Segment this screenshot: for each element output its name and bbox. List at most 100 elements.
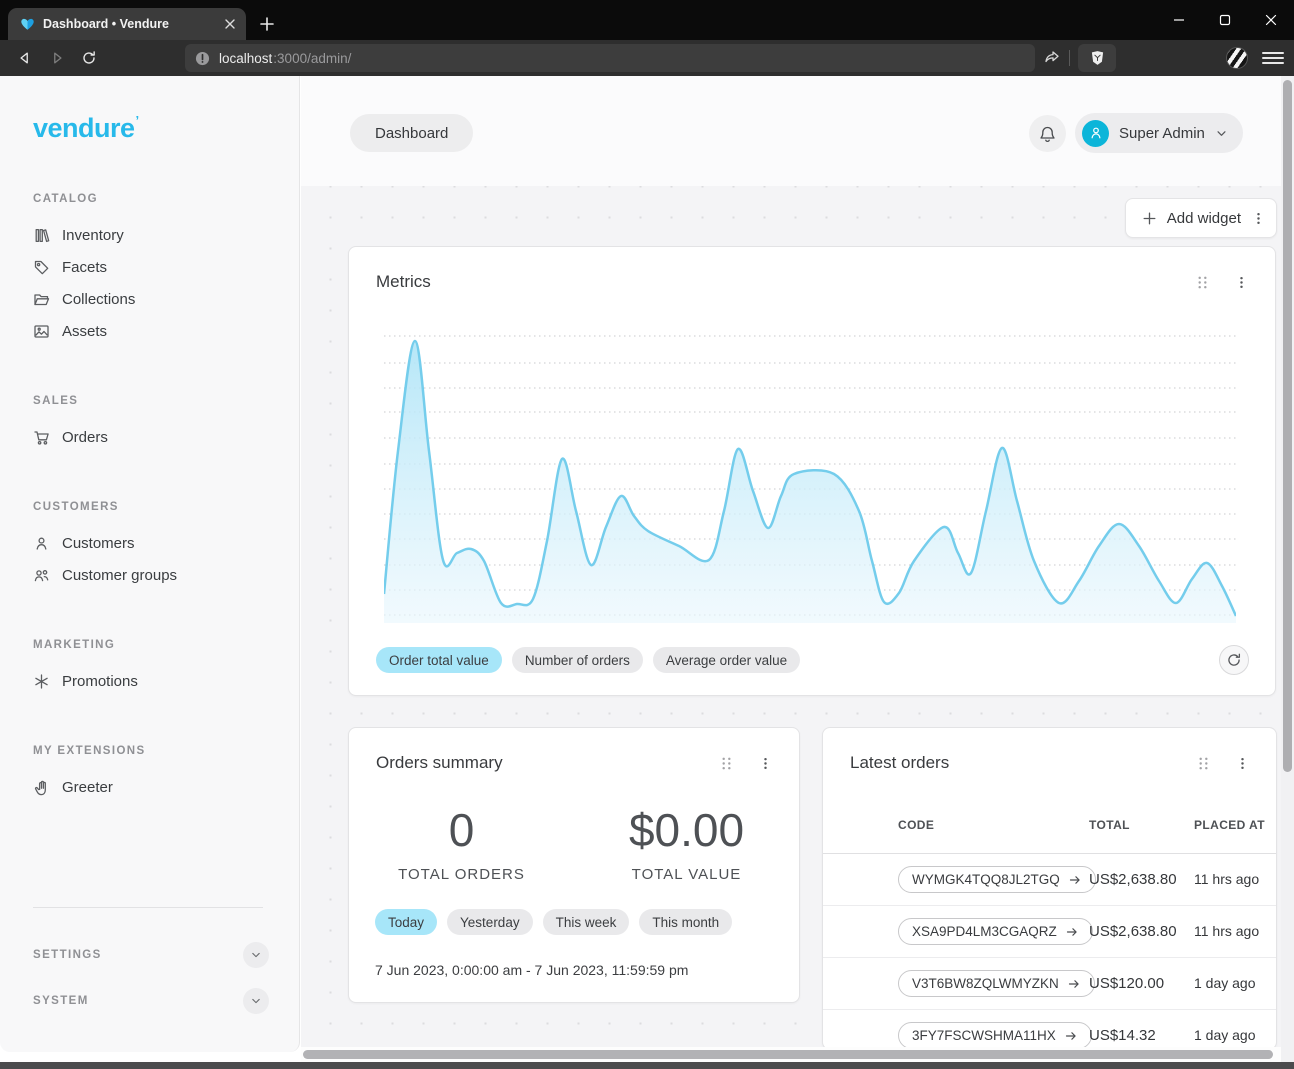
metrics-tabs: Order total value Number of orders Average… (376, 647, 1275, 673)
toolbar-divider (1069, 50, 1070, 66)
window-close-button[interactable] (1248, 0, 1294, 40)
user-menu[interactable]: Super Admin (1075, 113, 1243, 153)
browser-tab[interactable]: Dashboard • Vendure (8, 8, 246, 40)
sidebar-item-customers[interactable]: Customers (33, 527, 299, 559)
order-total: US$2,638.80 (1089, 923, 1194, 940)
sidebar: vendure’ CATALOGInventoryFacetsCollectio… (0, 76, 300, 1052)
order-code-link[interactable]: V3T6BW8ZQLWMYZKN (898, 970, 1095, 997)
range-chip-this-week[interactable]: This week (543, 909, 630, 935)
reload-button[interactable] (78, 47, 100, 69)
window-minimize-button[interactable] (1156, 0, 1202, 40)
new-tab-button[interactable] (253, 10, 281, 38)
drag-handle-icon[interactable] (1195, 274, 1210, 291)
expand-button[interactable] (243, 942, 269, 968)
drag-handle-icon[interactable] (1196, 755, 1211, 772)
sidebar-item-label: Facets (62, 259, 107, 276)
section-label: CUSTOMERS (33, 501, 299, 513)
sidebar-item-customer-groups[interactable]: Customer groups (33, 559, 299, 591)
vendure-logo-icon (20, 17, 35, 32)
vertical-scrollbar-thumb[interactable] (1283, 80, 1292, 772)
stat-value: 0 (349, 804, 574, 856)
sidebar-section-catalog: CATALOGInventoryFacetsCollectionsAssets (0, 193, 299, 347)
widget-menu-icon[interactable] (1235, 755, 1250, 772)
sidebar-group-system[interactable]: SYSTEM (33, 978, 269, 1024)
sidebar-item-promotions[interactable]: Promotions (33, 665, 299, 697)
latest-orders-widget: Latest orders CODETOTALPLACED AT WYMGK4T… (822, 727, 1277, 1047)
browser-menu-icon[interactable] (1262, 47, 1284, 69)
sidebar-section-sales: SALES Orders (0, 395, 299, 453)
sidebar-section-marketing: MARKETINGPromotions (0, 639, 299, 697)
range-chip-this-month[interactable]: This month (639, 909, 732, 935)
sidebar-item-greeter[interactable]: Greeter (33, 771, 299, 803)
sidebar-item-label: Inventory (62, 227, 124, 244)
order-code-link[interactable]: 3FY7FSCWSHMA11HX (898, 1022, 1092, 1047)
add-widget-button[interactable]: Add widget (1125, 198, 1277, 238)
order-code-link[interactable]: XSA9PD4LM3CGAQRZ (898, 918, 1093, 945)
books-icon (33, 227, 50, 244)
table-row: WYMGK4TQQ8JL2TGQ US$2,638.80 11 hrs ago (823, 854, 1276, 906)
column-header-code: CODE (898, 818, 1089, 832)
metric-tab-order-total-value[interactable]: Order total value (376, 647, 502, 673)
address-bar[interactable]: localhost:3000/admin/ (185, 44, 1035, 72)
order-total: US$120.00 (1089, 975, 1194, 992)
browser-titlebar: Dashboard • Vendure (0, 0, 1294, 40)
add-widget-menu-icon[interactable] (1251, 211, 1266, 226)
metrics-area-chart (384, 331, 1236, 623)
table-header: CODETOTALPLACED AT (823, 818, 1276, 854)
sidebar-item-label: Orders (62, 429, 108, 446)
range-chip-today[interactable]: Today (375, 909, 437, 935)
refresh-button[interactable] (1219, 645, 1249, 675)
range-chip-yesterday[interactable]: Yesterday (447, 909, 533, 935)
site-info-icon[interactable] (195, 51, 210, 66)
section-label: SALES (33, 395, 299, 407)
horizontal-scrollbar-thumb[interactable] (303, 1050, 1273, 1059)
tab-close-icon[interactable] (220, 14, 240, 34)
metric-tab-number-of-orders[interactable]: Number of orders (512, 647, 643, 673)
widget-menu-icon[interactable] (1234, 274, 1249, 291)
window-maximize-button[interactable] (1202, 0, 1248, 40)
vertical-scrollbar[interactable] (1281, 76, 1294, 1062)
sidebar-item-orders[interactable]: Orders (33, 421, 299, 453)
orders-summary-stats: 0 TOTAL ORDERS $0.00 TOTAL VALUE (349, 804, 799, 883)
table-row: V3T6BW8ZQLWMYZKN US$120.00 1 day ago (823, 958, 1276, 1010)
refresh-icon (1226, 652, 1242, 668)
tag-icon (33, 259, 50, 276)
drag-handle-icon[interactable] (719, 755, 734, 772)
sidebar-item-label: Customer groups (62, 567, 177, 584)
widget-menu-icon[interactable] (758, 755, 773, 772)
order-code-link[interactable]: WYMGK4TQQ8JL2TGQ (898, 866, 1096, 893)
horizontal-scrollbar[interactable] (301, 1047, 1281, 1062)
stat-total-orders: 0 TOTAL ORDERS (349, 804, 574, 883)
browser-profile-avatar[interactable] (1226, 47, 1248, 69)
order-placed-at: 11 hrs ago (1194, 871, 1276, 888)
browser-toolbar: localhost:3000/admin/ (0, 40, 1294, 76)
sidebar-item-assets[interactable]: Assets (33, 315, 299, 347)
order-placed-at: 1 day ago (1194, 1027, 1276, 1044)
share-icon[interactable] (1043, 47, 1061, 70)
orders-summary-widget: Orders summary 0 TOTAL ORDERS $0.00 TOTA… (348, 727, 800, 1003)
sidebar-item-facets[interactable]: Facets (33, 251, 299, 283)
breadcrumb[interactable]: Dashboard (350, 114, 473, 152)
column-header-total: TOTAL (1089, 818, 1194, 832)
asterisk-icon (33, 673, 50, 690)
sidebar-item-label: Greeter (62, 779, 113, 796)
expand-button[interactable] (243, 988, 269, 1014)
sidebar-item-label: Promotions (62, 673, 138, 690)
brave-shield-icon[interactable] (1078, 44, 1116, 72)
arrow-right-icon (1067, 977, 1081, 991)
app-header: Dashboard Super Admin (301, 76, 1281, 186)
back-button[interactable] (14, 47, 36, 69)
sidebar-item-collections[interactable]: Collections (33, 283, 299, 315)
cart-icon (33, 429, 50, 446)
tab-title: Dashboard • Vendure (43, 17, 212, 31)
order-placed-at: 1 day ago (1194, 975, 1276, 992)
sidebar-item-inventory[interactable]: Inventory (33, 219, 299, 251)
metric-tab-average-order-value[interactable]: Average order value (653, 647, 800, 673)
dashboard-content: Add widget Metrics Order total valueNumb… (301, 186, 1281, 1047)
notifications-button[interactable] (1029, 115, 1066, 152)
stat-label: TOTAL VALUE (574, 866, 799, 883)
orders-summary-title: Orders summary (376, 753, 719, 773)
sidebar-section-my-extensions: MY EXTENSIONSGreeter (0, 745, 299, 803)
forward-button[interactable] (46, 47, 68, 69)
sidebar-group-settings[interactable]: SETTINGS (33, 932, 269, 978)
